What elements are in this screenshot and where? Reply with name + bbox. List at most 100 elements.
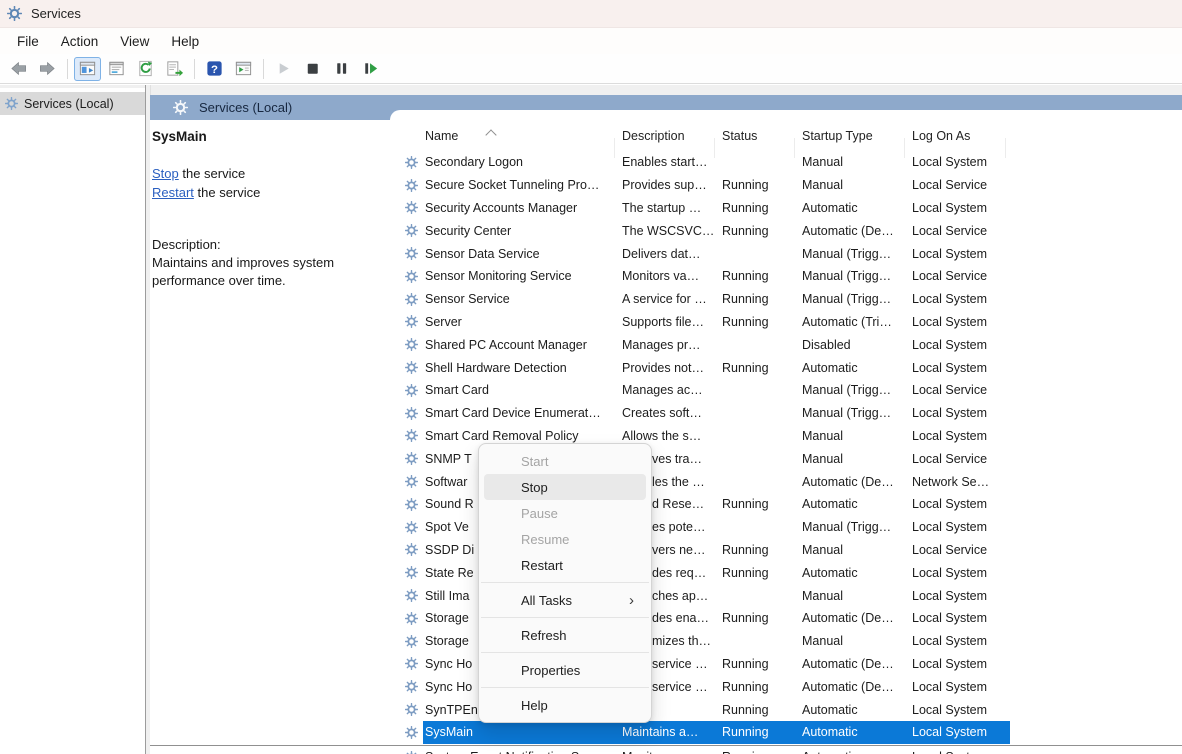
menu-item-properties[interactable]: Properties (484, 657, 646, 683)
table-row[interactable]: Sensor Monitoring ServiceMonitors va…Run… (390, 265, 1182, 288)
table-row[interactable]: SysMainMaintains a…RunningAutomaticLocal… (390, 721, 1182, 744)
cell-name: Shell Hardware Detection (425, 361, 622, 375)
table-row[interactable]: Shell Hardware DetectionProvides not…Run… (390, 356, 1182, 379)
column-header-name[interactable]: Name (425, 122, 458, 150)
service-gear-icon (405, 680, 425, 693)
menu-item-label: Stop (521, 480, 548, 495)
table-row[interactable]: Smart Card Device Enumerat…Creates soft…… (390, 402, 1182, 425)
cell-logon: Local System (912, 589, 1005, 603)
column-header-startup-type[interactable]: Startup Type (802, 122, 873, 150)
cell-name: Security Center (425, 224, 622, 238)
svg-text:?: ? (211, 64, 218, 76)
service-gear-icon (405, 726, 425, 739)
show-action-pane-button[interactable] (230, 57, 257, 81)
cell-status: Running (722, 703, 802, 717)
cell-logon: Local Service (912, 224, 1005, 238)
stop-service-button[interactable] (299, 57, 326, 81)
menu-item-label: Pause (521, 506, 558, 521)
cell-logon: Local System (912, 520, 1005, 534)
cell-startup: Automatic (802, 201, 912, 215)
properties-button[interactable] (103, 57, 130, 81)
table-row[interactable]: Security CenterThe WSCSVC…RunningAutomat… (390, 219, 1182, 242)
service-gear-icon (405, 156, 425, 169)
menu-separator (481, 652, 649, 653)
cell-desc: Creates soft… (622, 406, 722, 420)
start-service-button[interactable] (270, 57, 297, 81)
menu-item-refresh[interactable]: Refresh (484, 622, 646, 648)
cell-logon: Local System (912, 725, 1005, 739)
column-header-description[interactable]: Description (622, 122, 685, 150)
menu-view[interactable]: View (109, 34, 160, 49)
table-row[interactable]: Secondary LogonEnables start…ManualLocal… (390, 151, 1182, 174)
restart-service-button[interactable] (357, 57, 384, 81)
cell-name: Server (425, 315, 622, 329)
restart-service-icon (361, 59, 380, 78)
cell-status: Running (722, 201, 802, 215)
table-row[interactable]: Security Accounts ManagerThe startup …Ru… (390, 197, 1182, 220)
cell-status: Running (722, 292, 802, 306)
table-row[interactable]: Sensor ServiceA service for …RunningManu… (390, 288, 1182, 311)
properties-icon (107, 59, 126, 78)
sidebar-item-services-local[interactable]: Services (Local) (0, 92, 145, 115)
menu-file[interactable]: File (6, 34, 50, 49)
menu-item-stop[interactable]: Stop (484, 474, 646, 500)
cell-startup: Manual (802, 178, 912, 192)
toolbar-separator (263, 59, 264, 79)
cell-startup: Automatic (802, 566, 912, 580)
column-header-status[interactable]: Status (722, 122, 757, 150)
table-row[interactable]: ServerSupports file…RunningAutomatic (Tr… (390, 311, 1182, 334)
column-header-log-on-as[interactable]: Log On As (912, 122, 970, 150)
restart-service-link[interactable]: Restart (152, 185, 194, 200)
cell-logon: Local Service (912, 178, 1005, 192)
show-console-tree-button[interactable] (74, 57, 101, 81)
cell-name: Sensor Data Service (425, 247, 622, 261)
menu-item-help[interactable]: Help (484, 692, 646, 718)
cell-logon: Local System (912, 247, 1005, 261)
cell-desc: The startup … (622, 201, 722, 215)
window-title: Services (31, 6, 81, 21)
back-button[interactable] (5, 57, 32, 81)
toolbar-separator (194, 59, 195, 79)
cell-status: Running (722, 361, 802, 375)
pause-service-button[interactable] (328, 57, 355, 81)
stop-service-line: Stop the service (152, 164, 384, 183)
export-list-icon (165, 59, 184, 78)
refresh-button[interactable] (132, 57, 159, 81)
table-row[interactable]: Shared PC Account ManagerManages pr…Disa… (390, 333, 1182, 356)
table-row[interactable]: System Event Notification S…Monito…Runni… (390, 746, 1182, 754)
cell-logon: Local Service (912, 383, 1005, 397)
partial-row-container: System Event Notification S…Monito…Runni… (390, 746, 1182, 754)
service-gear-icon (405, 521, 425, 534)
table-row[interactable]: Sensor Data ServiceDelivers dat…Manual (… (390, 242, 1182, 265)
service-gear-icon (405, 475, 425, 488)
panel-bottom-border (150, 745, 1182, 746)
service-gear-icon (405, 703, 425, 716)
menu-item-label: Refresh (521, 628, 567, 643)
menu-item-resume: Resume (484, 526, 646, 552)
service-gear-icon (405, 429, 425, 442)
table-row[interactable]: Secure Socket Tunneling Pro…Provides sup… (390, 174, 1182, 197)
menu-action[interactable]: Action (50, 34, 110, 49)
help-button[interactable]: ? (201, 57, 228, 81)
cell-logon: Local System (912, 361, 1005, 375)
service-gear-icon (405, 452, 425, 465)
cell-logon: Local System (912, 155, 1005, 169)
cell-desc: Manages pr… (622, 338, 722, 352)
cell-name: Sensor Monitoring Service (425, 269, 622, 283)
cell-logon: Local System (912, 750, 1005, 754)
cell-startup: Manual (Trigg… (802, 247, 912, 261)
menu-item-restart[interactable]: Restart (484, 552, 646, 578)
stop-service-link[interactable]: Stop (152, 166, 179, 181)
cell-logon: Local System (912, 315, 1005, 329)
cell-status: Running (722, 657, 802, 671)
cell-desc: Manages ac… (622, 383, 722, 397)
menu-item-all-tasks[interactable]: All Tasks› (484, 587, 646, 613)
forward-button[interactable] (34, 57, 61, 81)
menu-help[interactable]: Help (160, 34, 210, 49)
service-action-links: Stop the service Restart the service (152, 164, 384, 202)
export-list-button[interactable] (161, 57, 188, 81)
cell-name: Sensor Service (425, 292, 622, 306)
cell-name: System Event Notification S… (425, 750, 622, 754)
table-row[interactable]: Smart CardManages ac…Manual (Trigg…Local… (390, 379, 1182, 402)
cell-name: Smart Card Device Enumerat… (425, 406, 622, 420)
